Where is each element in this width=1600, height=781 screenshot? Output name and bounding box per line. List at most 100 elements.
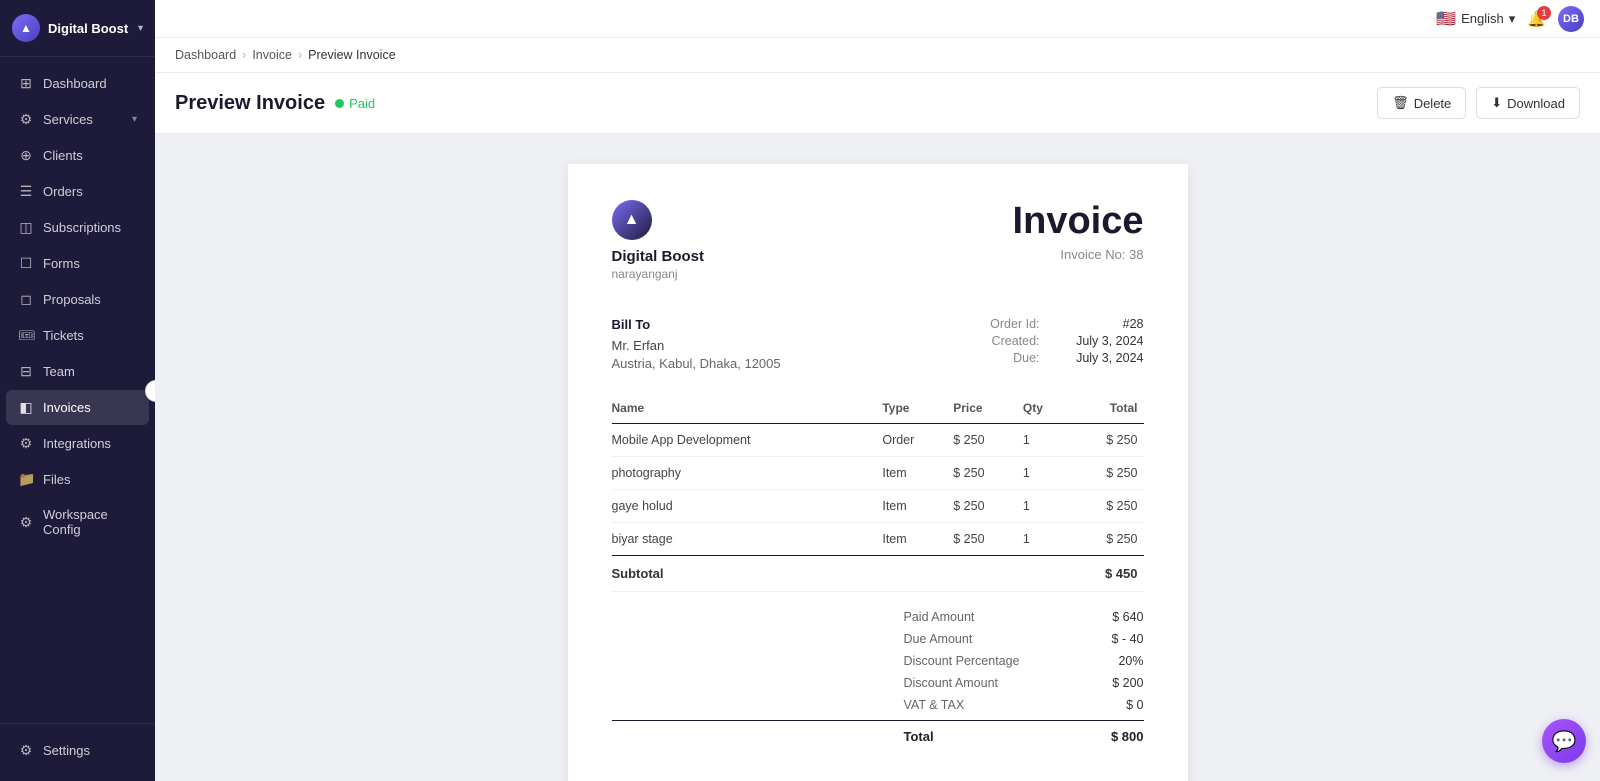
invoices-icon: ◧	[18, 399, 34, 416]
invoice-table-header: Name Type Price Qty Total	[612, 393, 1144, 424]
sidebar-item-forms[interactable]: ☐ Forms	[6, 246, 149, 281]
sidebar-bottom: ⚙ Settings	[0, 723, 155, 781]
sidebar-item-services[interactable]: ⚙ Services ▾	[6, 102, 149, 137]
sidebar-item-proposals[interactable]: ◻ Proposals	[6, 282, 149, 317]
bill-to-label: Bill To	[612, 317, 781, 332]
sidebar-item-integrations[interactable]: ⚙ Integrations	[6, 426, 149, 461]
gear-icon: ⚙	[18, 742, 34, 759]
sidebar: ▲ Digital Boost ▾ ⊞ Dashboard ⚙ Services…	[0, 0, 155, 781]
chevron-down-icon: ▾	[132, 114, 137, 125]
team-icon: ⊟	[18, 363, 34, 380]
download-icon: ⬇	[1491, 95, 1502, 111]
breadcrumb: Dashboard › Invoice › Preview Invoice	[155, 38, 1600, 73]
sidebar-item-workspace-config[interactable]: ⚙ Workspace Config	[6, 498, 149, 546]
orders-icon: ☰	[18, 183, 34, 200]
company-info: ▲ Digital Boost narayanganj	[612, 200, 705, 281]
invoice-title-block: Invoice Invoice No: 38	[1013, 200, 1144, 262]
discount-pct-label: Discount Percentage	[904, 654, 1044, 668]
sidebar-item-tickets[interactable]: 🎟 Tickets	[6, 318, 149, 353]
company-name: Digital Boost	[48, 21, 130, 36]
sidebar-item-invoices[interactable]: ◧ Invoices	[6, 390, 149, 425]
row-name: photography	[612, 457, 883, 490]
clients-icon: ⊕	[18, 147, 34, 164]
logo-chevron-icon: ▾	[138, 23, 143, 34]
table-row: biyar stage Item $ 250 1 $ 250	[612, 523, 1144, 556]
summary-paid-row: Paid Amount $ 640	[612, 610, 1144, 624]
sidebar-item-dashboard[interactable]: ⊞ Dashboard	[6, 66, 149, 101]
created-label: Created:	[992, 334, 1040, 348]
created-value: July 3, 2024	[1054, 334, 1144, 348]
invoice-billing: Bill To Mr. Erfan Austria, Kabul, Dhaka,…	[612, 309, 1144, 371]
page-header: Preview Invoice Paid 🗑 Delete ⬇ Download	[155, 73, 1600, 134]
invoice-big-title: Invoice	[1013, 200, 1144, 243]
row-name: gaye holud	[612, 490, 883, 523]
client-name: Mr. Erfan	[612, 338, 781, 353]
notification-bell[interactable]: 🔔 1	[1527, 10, 1546, 28]
chatbot-button[interactable]: 💬	[1542, 719, 1586, 763]
sidebar-item-orders[interactable]: ☰ Orders	[6, 174, 149, 209]
files-icon: 📁	[18, 471, 34, 488]
invoice-preview-background: ▲ Digital Boost narayanganj Invoice Invo…	[155, 134, 1600, 781]
sidebar-item-files[interactable]: 📁 Files	[6, 462, 149, 497]
client-address: Austria, Kabul, Dhaka, 12005	[612, 356, 781, 371]
flag-icon: 🇺🇸	[1436, 9, 1456, 29]
discount-amt-value: $ 200	[1084, 676, 1144, 690]
breadcrumb-sep-1: ›	[242, 48, 246, 62]
total-value: $ 800	[1084, 729, 1144, 744]
download-button[interactable]: ⬇ Download	[1476, 87, 1580, 119]
table-row: photography Item $ 250 1 $ 250	[612, 457, 1144, 490]
summary-due-row: Due Amount $ - 40	[612, 632, 1144, 646]
row-name: Mobile App Development	[612, 424, 883, 457]
page-title: Preview Invoice	[175, 92, 325, 115]
total-label: Total	[904, 729, 1044, 744]
services-icon: ⚙	[18, 111, 34, 128]
due-label: Due:	[1013, 351, 1039, 365]
row-total: $ 250	[1071, 424, 1143, 457]
tickets-icon: 🎟	[18, 327, 34, 344]
due-value: July 3, 2024	[1054, 351, 1144, 365]
vat-label: VAT & TAX	[904, 698, 1044, 712]
main-content: 🇺🇸 English ▾ 🔔 1 DB Dashboard › Invoice …	[155, 0, 1600, 781]
col-total: Total	[1071, 393, 1143, 424]
content-area: Dashboard › Invoice › Preview Invoice Pr…	[155, 38, 1600, 781]
meta-due-row: Due: July 3, 2024	[990, 351, 1143, 365]
sidebar-item-clients[interactable]: ⊕ Clients	[6, 138, 149, 173]
notification-badge: 1	[1537, 6, 1551, 20]
row-price: $ 250	[953, 457, 1023, 490]
sidebar-item-team[interactable]: ⊟ Team	[6, 354, 149, 389]
page-title-row: Preview Invoice Paid	[175, 92, 375, 115]
breadcrumb-current: Preview Invoice	[308, 48, 396, 62]
row-type: Item	[882, 457, 953, 490]
sidebar-item-subscriptions[interactable]: ◫ Subscriptions	[6, 210, 149, 245]
col-name: Name	[612, 393, 883, 424]
status-dot-icon	[335, 99, 344, 108]
sidebar-logo[interactable]: ▲ Digital Boost ▾	[0, 0, 155, 57]
proposals-icon: ◻	[18, 291, 34, 308]
trash-icon: 🗑	[1392, 95, 1409, 111]
due-amount-label: Due Amount	[904, 632, 1044, 646]
summary-total-row: Total $ 800	[612, 720, 1144, 748]
sidebar-item-settings[interactable]: ⚙ Settings	[6, 733, 149, 768]
invoice-table: Name Type Price Qty Total Mobile App Dev…	[612, 393, 1144, 592]
table-row: Mobile App Development Order $ 250 1 $ 2…	[612, 424, 1144, 457]
delete-button[interactable]: 🗑 Delete	[1377, 87, 1466, 119]
col-type: Type	[882, 393, 953, 424]
topbar: 🇺🇸 English ▾ 🔔 1 DB	[155, 0, 1600, 38]
row-name: biyar stage	[612, 523, 883, 556]
user-avatar[interactable]: DB	[1558, 6, 1584, 32]
language-label: English	[1461, 11, 1504, 26]
row-total: $ 250	[1071, 523, 1143, 556]
invoice-table-footer: Subtotal $ 450	[612, 556, 1144, 592]
row-total: $ 250	[1071, 490, 1143, 523]
language-selector[interactable]: 🇺🇸 English ▾	[1436, 9, 1515, 29]
breadcrumb-dashboard[interactable]: Dashboard	[175, 48, 236, 62]
breadcrumb-invoice[interactable]: Invoice	[252, 48, 292, 62]
invoice-table-body: Mobile App Development Order $ 250 1 $ 2…	[612, 424, 1144, 556]
row-type: Item	[882, 523, 953, 556]
subscriptions-icon: ◫	[18, 219, 34, 236]
subtotal-label: Subtotal	[612, 556, 883, 592]
row-total: $ 250	[1071, 457, 1143, 490]
order-id-label: Order Id:	[990, 317, 1039, 331]
row-qty: 1	[1023, 457, 1072, 490]
discount-amt-label: Discount Amount	[904, 676, 1044, 690]
